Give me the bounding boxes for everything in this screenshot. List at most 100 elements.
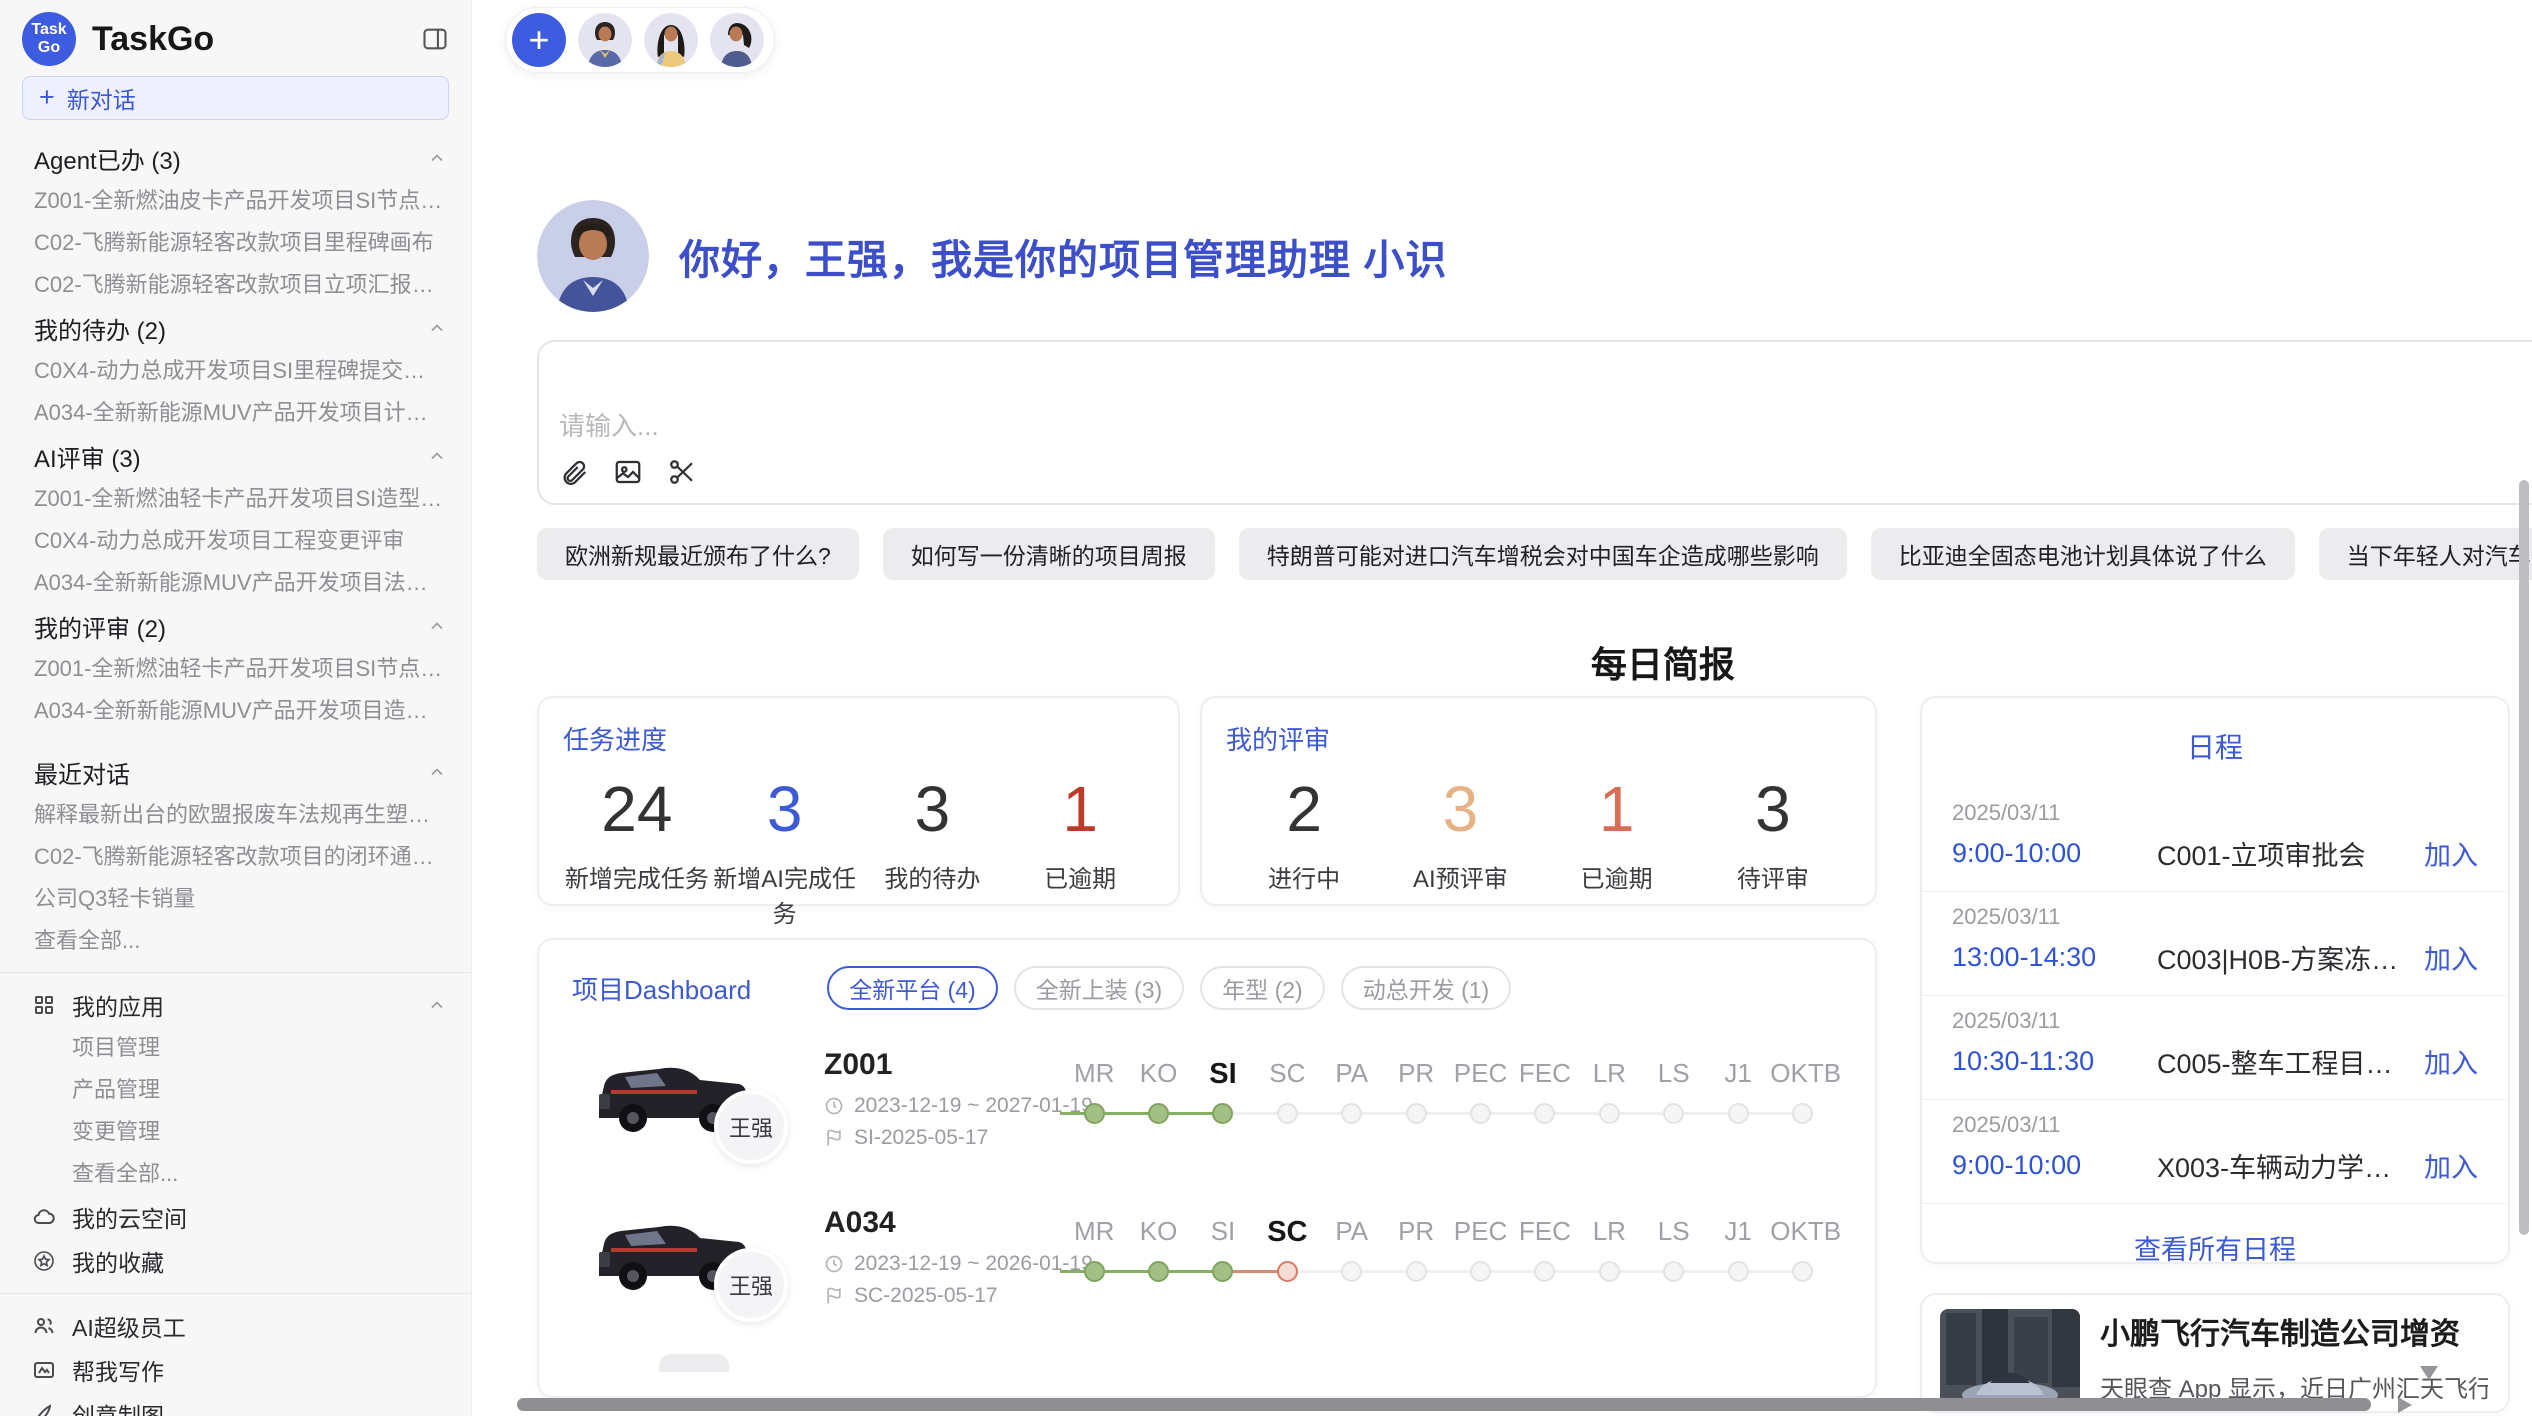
project-flag-milestone: SI-2025-05-17	[824, 1126, 988, 1150]
project-row: 王强 Z001 2023-12-19 ~ 2027-01-19 SI-2025-…	[539, 1028, 1875, 1186]
greeting-text: 你好，王强，我是你的项目管理助理 小识	[679, 226, 1447, 286]
agent-avatar-1[interactable]	[578, 13, 632, 67]
project-owner-badge: 王强	[714, 1090, 788, 1164]
schedule-list: 2025/03/11 9:00-10:00 C001-立项审批会 加入 2025…	[1922, 788, 2508, 1204]
image-icon[interactable]	[613, 457, 643, 487]
section-header-ai-review[interactable]: AI评审 (3)	[0, 434, 471, 478]
composer-left-icons	[559, 457, 697, 487]
list-item[interactable]: C02-飞腾新能源轻客改款项目的闭环通告反馈情况	[0, 836, 471, 878]
scroll-right-arrow-icon[interactable]	[2398, 1397, 2412, 1413]
star-icon	[32, 1249, 56, 1273]
stat-new-completed: 24 新增完成任务	[563, 773, 711, 929]
project-dashboard-card: 项目Dashboard 全新平台 (4) 全新上装 (3) 年型 (2) 动总开…	[537, 938, 1877, 1398]
project-flag-milestone: SC-2025-05-17	[824, 1284, 998, 1308]
section-header-my-todo[interactable]: 我的待办 (2)	[0, 306, 471, 350]
plus-icon: +	[39, 84, 55, 111]
list-item[interactable]: Z001-全新燃油轻卡产品开发项目SI造型提交物评审	[0, 478, 471, 520]
cloud-icon	[32, 1205, 56, 1229]
add-agent-button[interactable]: +	[512, 13, 566, 67]
sidebar-collapse-icon[interactable]	[421, 25, 449, 53]
project-id: Z001	[824, 1048, 892, 1082]
section-header-my-review[interactable]: 我的评审 (2)	[0, 604, 471, 648]
project-id: A034	[824, 1206, 896, 1240]
sidebar-header: Task Go TaskGo	[0, 0, 471, 66]
stats-row: 任务进度 24 新增完成任务 3 新增AI完成任务 3	[537, 696, 1877, 906]
agent-avatar-3[interactable]	[710, 13, 764, 67]
view-all-conversations[interactable]: 查看全部...	[0, 920, 471, 962]
news-body: 小鹏飞行汽车制造公司增资 天眼查 App 显示，近日广州汇天飞行汽	[2100, 1309, 2488, 1411]
attachment-icon[interactable]	[559, 457, 589, 487]
suggestion-chip[interactable]: 欧洲新规最近颁布了什么?	[537, 528, 859, 580]
join-link[interactable]: 加入	[2424, 1146, 2478, 1185]
list-item[interactable]: 解释最新出台的欧盟报废车法规再生塑料比例被调至15%...	[0, 794, 471, 836]
composer-placeholder: 请输入...	[559, 406, 659, 443]
tab-new-body[interactable]: 全新上装 (3)	[1014, 966, 1185, 1010]
vertical-scrollbar-thumb[interactable]	[2519, 480, 2529, 1235]
sidebar-item-help-me-write[interactable]: 帮我写作	[0, 1348, 471, 1392]
tab-powertrain[interactable]: 动总开发 (1)	[1341, 966, 1512, 1010]
list-item[interactable]: A034-全新新能源MUV产品开发项目法规符合性评审	[0, 562, 471, 604]
milestone-labels: MR KO SI SC PA PR PEC FEC LR LS J1 OKTB	[1062, 1058, 1835, 1091]
suggestion-chip[interactable]: 如何写一份清晰的项目周报	[883, 528, 1215, 580]
pen-icon	[32, 1402, 56, 1416]
list-item[interactable]: Z001-全新燃油轻卡产品开发项目SI节点属性5D文件评审	[0, 648, 471, 690]
list-item[interactable]: A034-全新新能源MUV产品开发项目造型可行性评审	[0, 690, 471, 732]
list-item[interactable]: C02-飞腾新能源轻客改款项目里程碑画布	[0, 222, 471, 264]
task-progress-title: 任务进度	[563, 720, 1154, 757]
horizontal-scrollbar-thumb[interactable]	[517, 1398, 2371, 1411]
sidebar-item-cloud-space[interactable]: 我的云空间	[0, 1195, 471, 1239]
stat-my-todo: 3 我的待办	[859, 773, 1007, 929]
schedule-item: 2025/03/11 9:00-10:00 X003-车辆动力学性能验... 加…	[1922, 1100, 2508, 1204]
view-all-apps[interactable]: 查看全部...	[0, 1153, 471, 1195]
join-link[interactable]: 加入	[2424, 1042, 2478, 1081]
list-item[interactable]: 公司Q3轻卡销量	[0, 878, 471, 920]
stat-new-ai-completed: 3 新增AI完成任务	[711, 773, 859, 929]
list-item[interactable]: C02-飞腾新能源轻客改款项目立项汇报方案	[0, 264, 471, 306]
list-item[interactable]: C0X4-动力总成开发项目SI里程碑提交物检查	[0, 350, 471, 392]
milestone-track	[1062, 1100, 1835, 1126]
list-item[interactable]: C0X4-动力总成开发项目工程变更评审	[0, 520, 471, 562]
sidebar-item-product-mgmt[interactable]: 产品管理	[0, 1069, 471, 1111]
suggestion-chip[interactable]: 特朗普可能对进口汽车增税会对中国车企造成哪些影响	[1239, 528, 1847, 580]
dashboard-header: 项目Dashboard 全新平台 (4) 全新上装 (3) 年型 (2) 动总开…	[539, 940, 1875, 1010]
dashboard-title: 项目Dashboard	[572, 970, 751, 1007]
tab-model-year[interactable]: 年型 (2)	[1200, 966, 1325, 1010]
sidebar-item-ai-super-staff[interactable]: AI超级员工	[0, 1304, 471, 1348]
sidebar-item-favorites[interactable]: 我的收藏	[0, 1239, 471, 1283]
stat-review-overdue: 1 已逾期	[1539, 773, 1695, 894]
agent-avatar-2[interactable]	[644, 13, 698, 67]
scroll-down-arrow-icon[interactable]	[2420, 1366, 2438, 1380]
right-column: 日程 2025/03/11 9:00-10:00 C001-立项审批会 加入 2…	[1920, 696, 2510, 1413]
tab-new-platform[interactable]: 全新平台 (4)	[827, 966, 998, 1010]
new-chat-label: 新对话	[67, 81, 136, 115]
sidebar-item-creative-drawing[interactable]: 创意制图	[0, 1392, 471, 1416]
clock-icon	[824, 1096, 844, 1116]
milestone-track	[1062, 1258, 1835, 1284]
greeting-block: 你好，王强，我是你的项目管理助理 小识	[537, 200, 2532, 312]
project-dates: 2023-12-19 ~ 2026-01-19	[824, 1252, 1093, 1276]
apps-grid-icon	[32, 993, 56, 1017]
news-thumbnail	[1940, 1309, 2080, 1409]
list-item[interactable]: Z001-全新燃油皮卡产品开发项目SI节点Lesson Learn报告	[0, 180, 471, 222]
suggestion-chip[interactable]: 比亚迪全固态电池计划具体说了什么	[1871, 528, 2295, 580]
list-item[interactable]: A034-全新新能源MUV产品开发项目计划变更表编写	[0, 392, 471, 434]
news-card[interactable]: 小鹏飞行汽车制造公司增资 天眼查 App 显示，近日广州汇天飞行汽	[1920, 1293, 2510, 1413]
schedule-item: 2025/03/11 13:00-14:30 C003|H0B-方案冻结评审 加…	[1922, 892, 2508, 996]
suggestion-chip[interactable]: 当下年轻人对汽车外观有怎样的喜好趋势	[2319, 528, 2532, 580]
sidebar-item-my-apps[interactable]: 我的应用	[0, 983, 471, 1027]
composer[interactable]: 请输入...	[537, 340, 2532, 505]
scissors-icon[interactable]	[667, 457, 697, 487]
stat-in-progress: 2 进行中	[1226, 773, 1382, 894]
join-link[interactable]: 加入	[2424, 834, 2478, 873]
project-owner-badge: 王强	[714, 1248, 788, 1322]
people-icon	[32, 1314, 56, 1338]
clock-icon	[824, 1254, 844, 1274]
new-chat-button[interactable]: + 新对话	[22, 76, 449, 120]
view-all-schedule-link[interactable]: 查看所有日程	[1922, 1228, 2508, 1267]
section-header-agent-done[interactable]: Agent已办 (3)	[0, 136, 471, 180]
assistant-avatar	[537, 200, 649, 312]
sidebar-item-change-mgmt[interactable]: 变更管理	[0, 1111, 471, 1153]
sidebar-item-project-mgmt[interactable]: 项目管理	[0, 1027, 471, 1069]
join-link[interactable]: 加入	[2424, 938, 2478, 977]
section-header-recent[interactable]: 最近对话	[0, 750, 471, 794]
